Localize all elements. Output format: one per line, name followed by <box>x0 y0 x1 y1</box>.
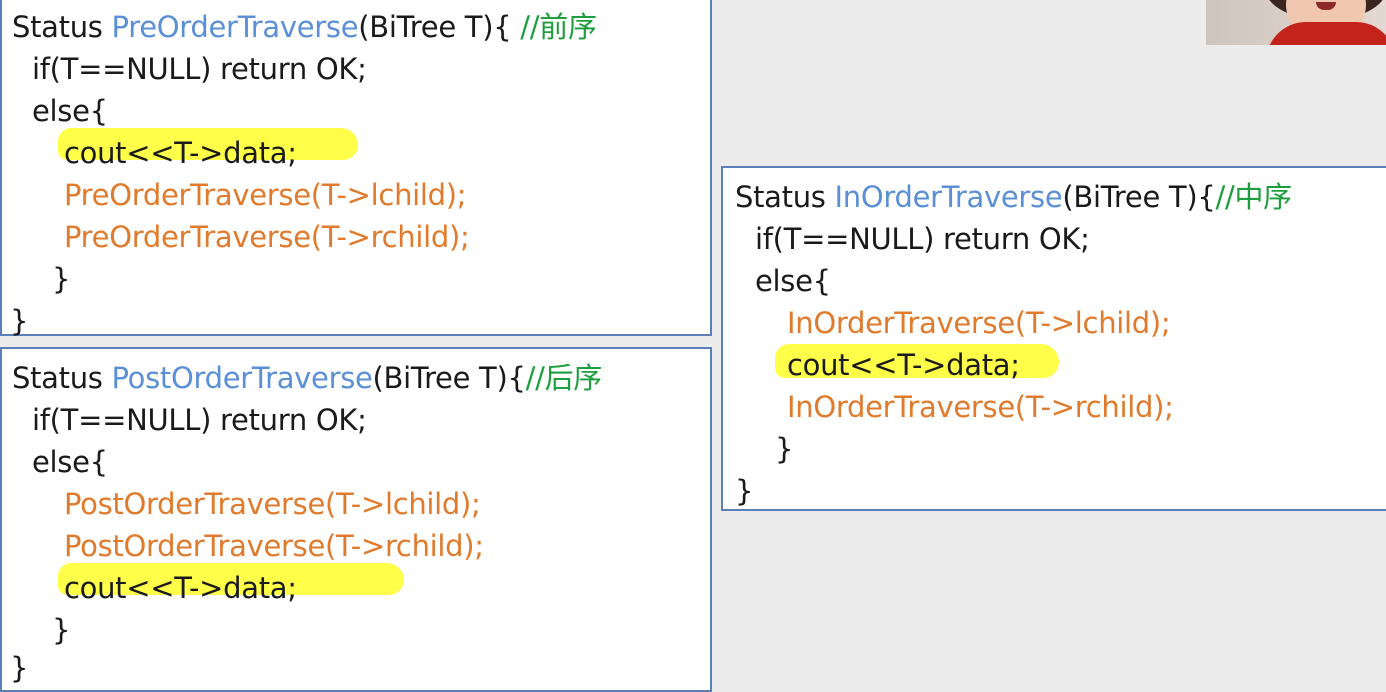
status-keyword: Status <box>735 180 835 214</box>
inorder-null-check: if(T==NULL) return OK; <box>755 222 1090 256</box>
preorder-null-check: if(T==NULL) return OK; <box>32 52 367 86</box>
presenter-webcam <box>1206 0 1386 45</box>
preorder-func-close: } <box>10 304 29 338</box>
inorder-signature-line: Status InOrderTraverse(BiTree T){//中序 <box>735 176 1292 218</box>
postorder-signature-line: Status PostOrderTraverse(BiTree T){//后序 <box>12 357 602 399</box>
inorder-function-name: InOrderTraverse <box>834 180 1063 214</box>
inorder-else: else{ <box>755 264 831 298</box>
preorder-left-call: PreOrderTraverse(T->lchild); <box>64 178 467 212</box>
postorder-code-panel: Status PostOrderTraverse(BiTree T){//后序 … <box>0 347 712 692</box>
postorder-else: else{ <box>32 445 108 479</box>
inorder-func-close: } <box>735 474 754 508</box>
postorder-params: (BiTree T){ <box>372 361 526 395</box>
preorder-signature-line: Status PreOrderTraverse(BiTree T){ //前序 <box>12 6 597 48</box>
postorder-null-check: if(T==NULL) return OK; <box>32 403 367 437</box>
preorder-comment: //前序 <box>520 10 597 44</box>
status-keyword: Status <box>12 361 112 395</box>
preorder-else: else{ <box>32 94 108 128</box>
postorder-right-call: PostOrderTraverse(T->rchild); <box>64 529 484 563</box>
postorder-function-name: PostOrderTraverse <box>111 361 373 395</box>
inorder-code-panel: Status InOrderTraverse(BiTree T){//中序 if… <box>721 166 1386 511</box>
preorder-code-panel: Status PreOrderTraverse(BiTree T){ //前序 … <box>0 0 712 338</box>
preorder-else-close: } <box>52 262 71 296</box>
postorder-comment: //后序 <box>525 361 603 395</box>
status-keyword: Status <box>12 10 112 44</box>
inorder-left-call: InOrderTraverse(T->lchild); <box>787 306 1171 340</box>
postorder-func-close: } <box>10 651 29 685</box>
postorder-left-call: PostOrderTraverse(T->lchild); <box>64 487 481 521</box>
inorder-else-close: } <box>775 432 794 466</box>
preorder-right-call: PreOrderTraverse(T->rchild); <box>64 220 470 254</box>
inorder-visit-line: cout<<T->data; <box>787 348 1020 382</box>
inorder-comment: //中序 <box>1215 180 1293 214</box>
inorder-right-call: InOrderTraverse(T->rchild); <box>787 390 1174 424</box>
inorder-params: (BiTree T){ <box>1062 180 1216 214</box>
preorder-function-name: PreOrderTraverse <box>111 10 359 44</box>
postorder-visit-line: cout<<T->data; <box>64 571 297 605</box>
preorder-visit-line: cout<<T->data; <box>64 136 297 170</box>
preorder-params: (BiTree T){ <box>358 10 521 44</box>
postorder-else-close: } <box>52 613 71 647</box>
